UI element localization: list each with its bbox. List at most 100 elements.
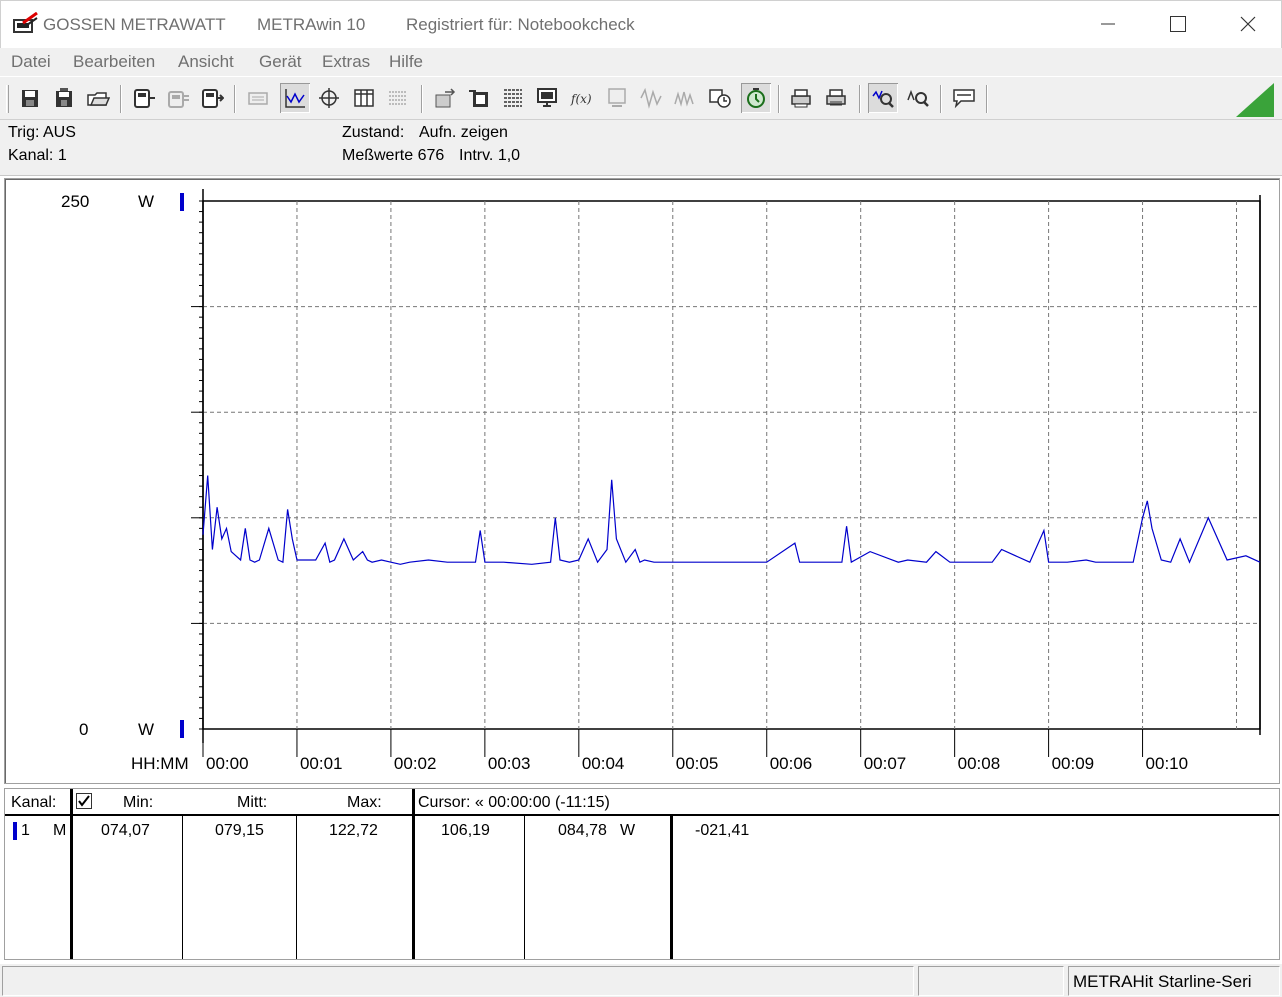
function-icon[interactable]: f(x)	[566, 83, 596, 113]
measurement-table: Kanal: Min: Mitt: Max: Cursor: « 00:00:0…	[4, 788, 1280, 960]
menu-geraet[interactable]: Gerät	[259, 52, 302, 72]
power-line-chart[interactable]: 00:00 00:01 00:02 00:03 00:04 00:05 00:06 00:07…	[5, 179, 1279, 783]
header-kanal: Kanal:	[11, 794, 57, 811]
channel-marker-top	[180, 193, 184, 211]
title-bar: GOSSEN METRAWATT METRAwin 10 Registriert…	[0, 0, 1282, 48]
status-pane-main	[2, 966, 914, 996]
toolbar-grip[interactable]	[6, 85, 9, 113]
close-button[interactable]	[1213, 1, 1282, 47]
state-label: Zustand:	[342, 124, 405, 141]
waveform-disabled-icon[interactable]	[636, 83, 666, 113]
state-value: Aufn. zeigen	[419, 124, 508, 141]
minimize-button[interactable]	[1073, 1, 1143, 47]
recording-timer-icon[interactable]	[741, 83, 771, 113]
menu-ansicht[interactable]: Ansicht	[178, 52, 234, 72]
x-tick-label: 00:07	[864, 754, 907, 773]
gossen-logo-icon	[13, 11, 39, 34]
clock-settings-icon[interactable]	[705, 83, 735, 113]
x-tick-label: 00:01	[300, 754, 343, 773]
header-cursor: Cursor: « 00:00:00 (-11:15)	[418, 794, 610, 811]
export-icon[interactable]	[430, 83, 460, 113]
menu-hilfe[interactable]: Hilfe	[389, 52, 423, 72]
power-series-line	[202, 475, 1261, 565]
crosshair-icon[interactable]	[314, 83, 344, 113]
status-pane-middle	[918, 966, 1064, 996]
monitor-icon[interactable]	[532, 83, 562, 113]
status-bar: METRAHit Starline-Seri	[0, 964, 1282, 997]
row-min: 074,07	[101, 822, 150, 839]
channel-status: Kanal: 1	[8, 147, 67, 164]
status-info-panel: Trig: AUS Kanal: 1 Zustand: Aufn. zeigen…	[0, 120, 1282, 176]
line-chart-view-icon[interactable]	[280, 83, 310, 113]
x-tick-label: 00:03	[488, 754, 531, 773]
signal-disabled-icon[interactable]	[670, 83, 700, 113]
header-min: Min:	[123, 794, 154, 811]
plot-border	[202, 200, 1261, 730]
close-icon	[1240, 16, 1256, 32]
table-header-divider	[5, 814, 1279, 816]
maximize-button[interactable]	[1143, 1, 1213, 47]
device-status: METRAHit Starline-Seri	[1068, 966, 1280, 996]
app-title: METRAwin 10	[257, 15, 366, 34]
x-tick-label: 00:09	[1052, 754, 1095, 773]
row-channel[interactable]: 1	[21, 822, 30, 840]
x-tick-label: 00:10	[1146, 754, 1189, 773]
registration-text: Registriert für: Notebookcheck	[406, 15, 635, 34]
header-mitt: Mitt:	[237, 794, 268, 811]
save-as-icon[interactable]	[49, 83, 79, 113]
brand-name: GOSSEN METRAWATT	[43, 15, 226, 34]
data-list-icon[interactable]	[498, 83, 528, 113]
comment-icon[interactable]	[949, 83, 979, 113]
row-cursor1: 106,19	[441, 822, 490, 839]
print-icon[interactable]	[821, 83, 851, 113]
measurement-count: Meßwerte 676	[342, 147, 445, 164]
device-disabled-icon[interactable]	[163, 83, 193, 113]
row-cursor2: 084,78	[558, 822, 607, 839]
save-icon[interactable]	[15, 83, 45, 113]
y-min-label: 0	[79, 720, 88, 739]
x-tick-label: 00:00	[206, 754, 249, 773]
open-folder-icon[interactable]	[83, 83, 113, 113]
device-connect-icon[interactable]	[129, 83, 159, 113]
row-mitt: 079,15	[215, 822, 264, 839]
trigger-status: Trig: AUS	[8, 124, 76, 141]
channel-color-marker	[13, 822, 17, 840]
device-settings-disabled-icon[interactable]	[602, 83, 632, 113]
zoom-out-icon[interactable]	[903, 83, 933, 113]
keyboard-icon[interactable]	[243, 83, 273, 113]
y-unit-bottom-label: W	[138, 720, 154, 739]
x-tick-label: 00:02	[394, 754, 437, 773]
zoom-chart-icon[interactable]	[868, 83, 898, 113]
list-view-disabled-icon[interactable]	[383, 83, 413, 113]
header-max: Max:	[347, 794, 382, 811]
x-tick-label: 00:06	[770, 754, 813, 773]
x-axis-label: HH:MM	[131, 754, 189, 773]
device-read-icon[interactable]	[197, 83, 227, 113]
row-difference: -021,41	[695, 822, 750, 839]
maximize-icon	[1170, 16, 1186, 32]
channel-checkbox[interactable]	[76, 793, 92, 809]
import-icon[interactable]	[464, 83, 494, 113]
channel-marker-bottom	[180, 720, 184, 738]
chart-area[interactable]: 00:00 00:01 00:02 00:03 00:04 00:05 00:06 00:07…	[4, 178, 1280, 784]
menu-extras[interactable]: Extras	[322, 52, 370, 72]
y-max-label: 250	[61, 192, 89, 211]
x-tick-label: 00:04	[582, 754, 625, 773]
svg-text:f(x): f(x)	[570, 92, 592, 106]
menu-bearbeiten[interactable]: Bearbeiten	[73, 52, 155, 72]
checkmark-icon	[78, 795, 90, 807]
print-preview-icon[interactable]	[786, 83, 816, 113]
minimize-icon	[1101, 23, 1115, 25]
y-unit-top-label: W	[138, 192, 154, 211]
corner-triangle-icon	[1236, 83, 1274, 122]
menu-bar: Datei Bearbeiten Ansicht Gerät Extras Hi…	[0, 48, 1282, 76]
x-tick-label: 00:05	[676, 754, 719, 773]
table-view-icon[interactable]	[349, 83, 379, 113]
interval-value: Intrv. 1,0	[459, 147, 521, 164]
row-unit: W	[620, 822, 636, 839]
row-max: 122,72	[329, 822, 378, 839]
x-tick-label: 00:08	[958, 754, 1001, 773]
menu-datei[interactable]: Datei	[11, 52, 51, 72]
row-mode: M	[53, 822, 67, 839]
toolbar: f(x)	[0, 76, 1282, 120]
